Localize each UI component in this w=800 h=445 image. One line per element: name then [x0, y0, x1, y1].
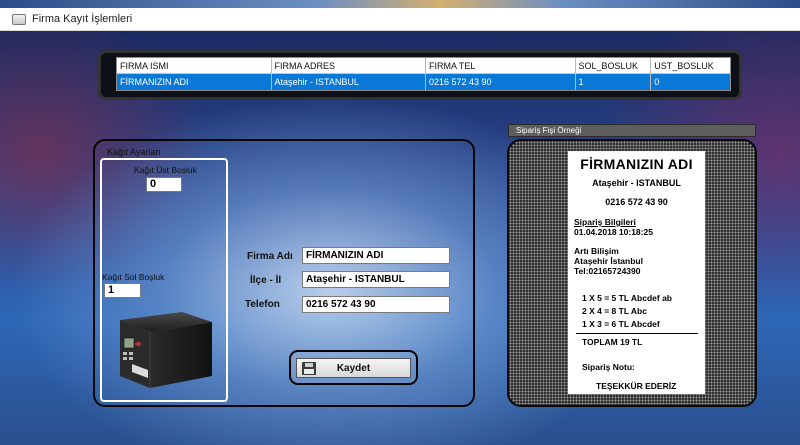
grid-cell-firma-ismi[interactable]: FİRMANIZIN ADI: [117, 74, 272, 90]
receipt-note-label: Sipariş Notu:: [582, 362, 635, 372]
client-area: FIRMA ISMI FIRMA ADRES FIRMA TEL SOL_BOS…: [0, 31, 800, 445]
receipt-preview: FİRMANIZIN ADI Ataşehir - ISTANBUL 0216 …: [568, 151, 705, 394]
title-bar: Firma Kayıt İşlemleri: [0, 8, 800, 31]
grid-header-ust-bosluk[interactable]: UST_BOSLUK: [651, 58, 730, 73]
save-button-frame: Kaydet: [289, 350, 418, 385]
desktop-background: [0, 0, 800, 8]
receipt-customer-name: Artı Bilişim: [574, 246, 619, 256]
district-input[interactable]: Ataşehir - ISTANBUL: [302, 271, 450, 288]
district-label: İlçe - İl: [250, 275, 282, 286]
receipt-order-datetime: 01.04.2018 10:18:25: [574, 227, 653, 237]
phone-label: Telefon: [245, 299, 280, 310]
top-margin-label: Kağıt Üst Boşluk: [134, 165, 197, 175]
app-window-icon: [12, 13, 26, 25]
grid-cell-sol-bosluk[interactable]: 1: [576, 74, 652, 90]
receipt-panel-title: Sipariş Fişi Örneği: [508, 124, 756, 137]
receipt-preview-frame: FİRMANIZIN ADI Ataşehir - ISTANBUL 0216 …: [507, 139, 757, 407]
floppy-disk-icon: [302, 362, 316, 375]
paper-settings-title: Kağıt Ayarları: [107, 147, 161, 157]
phone-input[interactable]: 0216 572 43 90: [302, 296, 450, 313]
receipt-thanks: TEŞEKKÜR EDERİZ: [596, 381, 677, 391]
receipt-divider: [576, 333, 698, 334]
table-row[interactable]: FİRMANIZIN ADI Ataşehir - ISTANBUL 0216 …: [117, 74, 730, 90]
grid-cell-firma-tel[interactable]: 0216 572 43 90: [426, 74, 576, 90]
printer-image: [120, 312, 212, 388]
receipt-total: TOPLAM 19 TL: [582, 337, 643, 347]
save-button[interactable]: Kaydet: [296, 358, 411, 378]
receipt-district: Ataşehir - ISTANBUL: [592, 178, 681, 188]
grid-cell-ust-bosluk[interactable]: 0: [651, 74, 730, 90]
receipt-company: FİRMANIZIN ADI: [580, 156, 693, 172]
left-margin-input[interactable]: 1: [104, 283, 141, 298]
company-form-panel: Kağıt Ayarları Kağıt Üst Boşluk 0 Kağıt …: [93, 139, 475, 407]
company-name-input[interactable]: FİRMANIZIN ADI: [302, 247, 450, 264]
grid-header-row: FIRMA ISMI FIRMA ADRES FIRMA TEL SOL_BOS…: [117, 58, 730, 74]
grid-header-firma-tel[interactable]: FIRMA TEL: [426, 58, 576, 73]
app-window: Firma Kayıt İşlemleri FIRMA ISMI FIRMA A…: [0, 8, 800, 445]
grid-header-firma-ismi[interactable]: FIRMA ISMI: [117, 58, 272, 73]
grid-header-firma-adres[interactable]: FIRMA ADRES: [272, 58, 426, 73]
receipt-item: 1 X 5 = 5 TL Abcdef ab: [582, 293, 672, 303]
grid-header-sol-bosluk[interactable]: SOL_BOSLUK: [576, 58, 652, 73]
save-button-label: Kaydet: [336, 362, 371, 374]
top-margin-input[interactable]: 0: [146, 177, 182, 192]
grid-cell-firma-adres[interactable]: Ataşehir - ISTANBUL: [272, 74, 426, 90]
paper-settings-group: Kağıt Üst Boşluk 0 Kağıt Sol Boşluk 1: [100, 158, 228, 402]
receipt-phone: 0216 572 43 90: [605, 197, 668, 207]
receipt-item: 1 X 3 = 6 TL Abcdef: [582, 319, 660, 329]
receipt-item: 2 X 4 = 8 TL Abc: [582, 306, 647, 316]
receipt-customer-phone: Tel:02165724390: [574, 266, 641, 276]
company-grid-panel: FIRMA ISMI FIRMA ADRES FIRMA TEL SOL_BOS…: [98, 50, 742, 100]
left-margin-label: Kağıt Sol Boşluk: [102, 272, 165, 282]
receipt-order-info-label: Sipariş Bilgileri: [574, 217, 636, 227]
company-name-label: Firma Adı: [247, 251, 293, 262]
receipt-customer-address: Ataşehir İstanbul: [574, 256, 643, 266]
window-title: Firma Kayıt İşlemleri: [32, 13, 133, 25]
company-grid: FIRMA ISMI FIRMA ADRES FIRMA TEL SOL_BOS…: [116, 57, 731, 91]
